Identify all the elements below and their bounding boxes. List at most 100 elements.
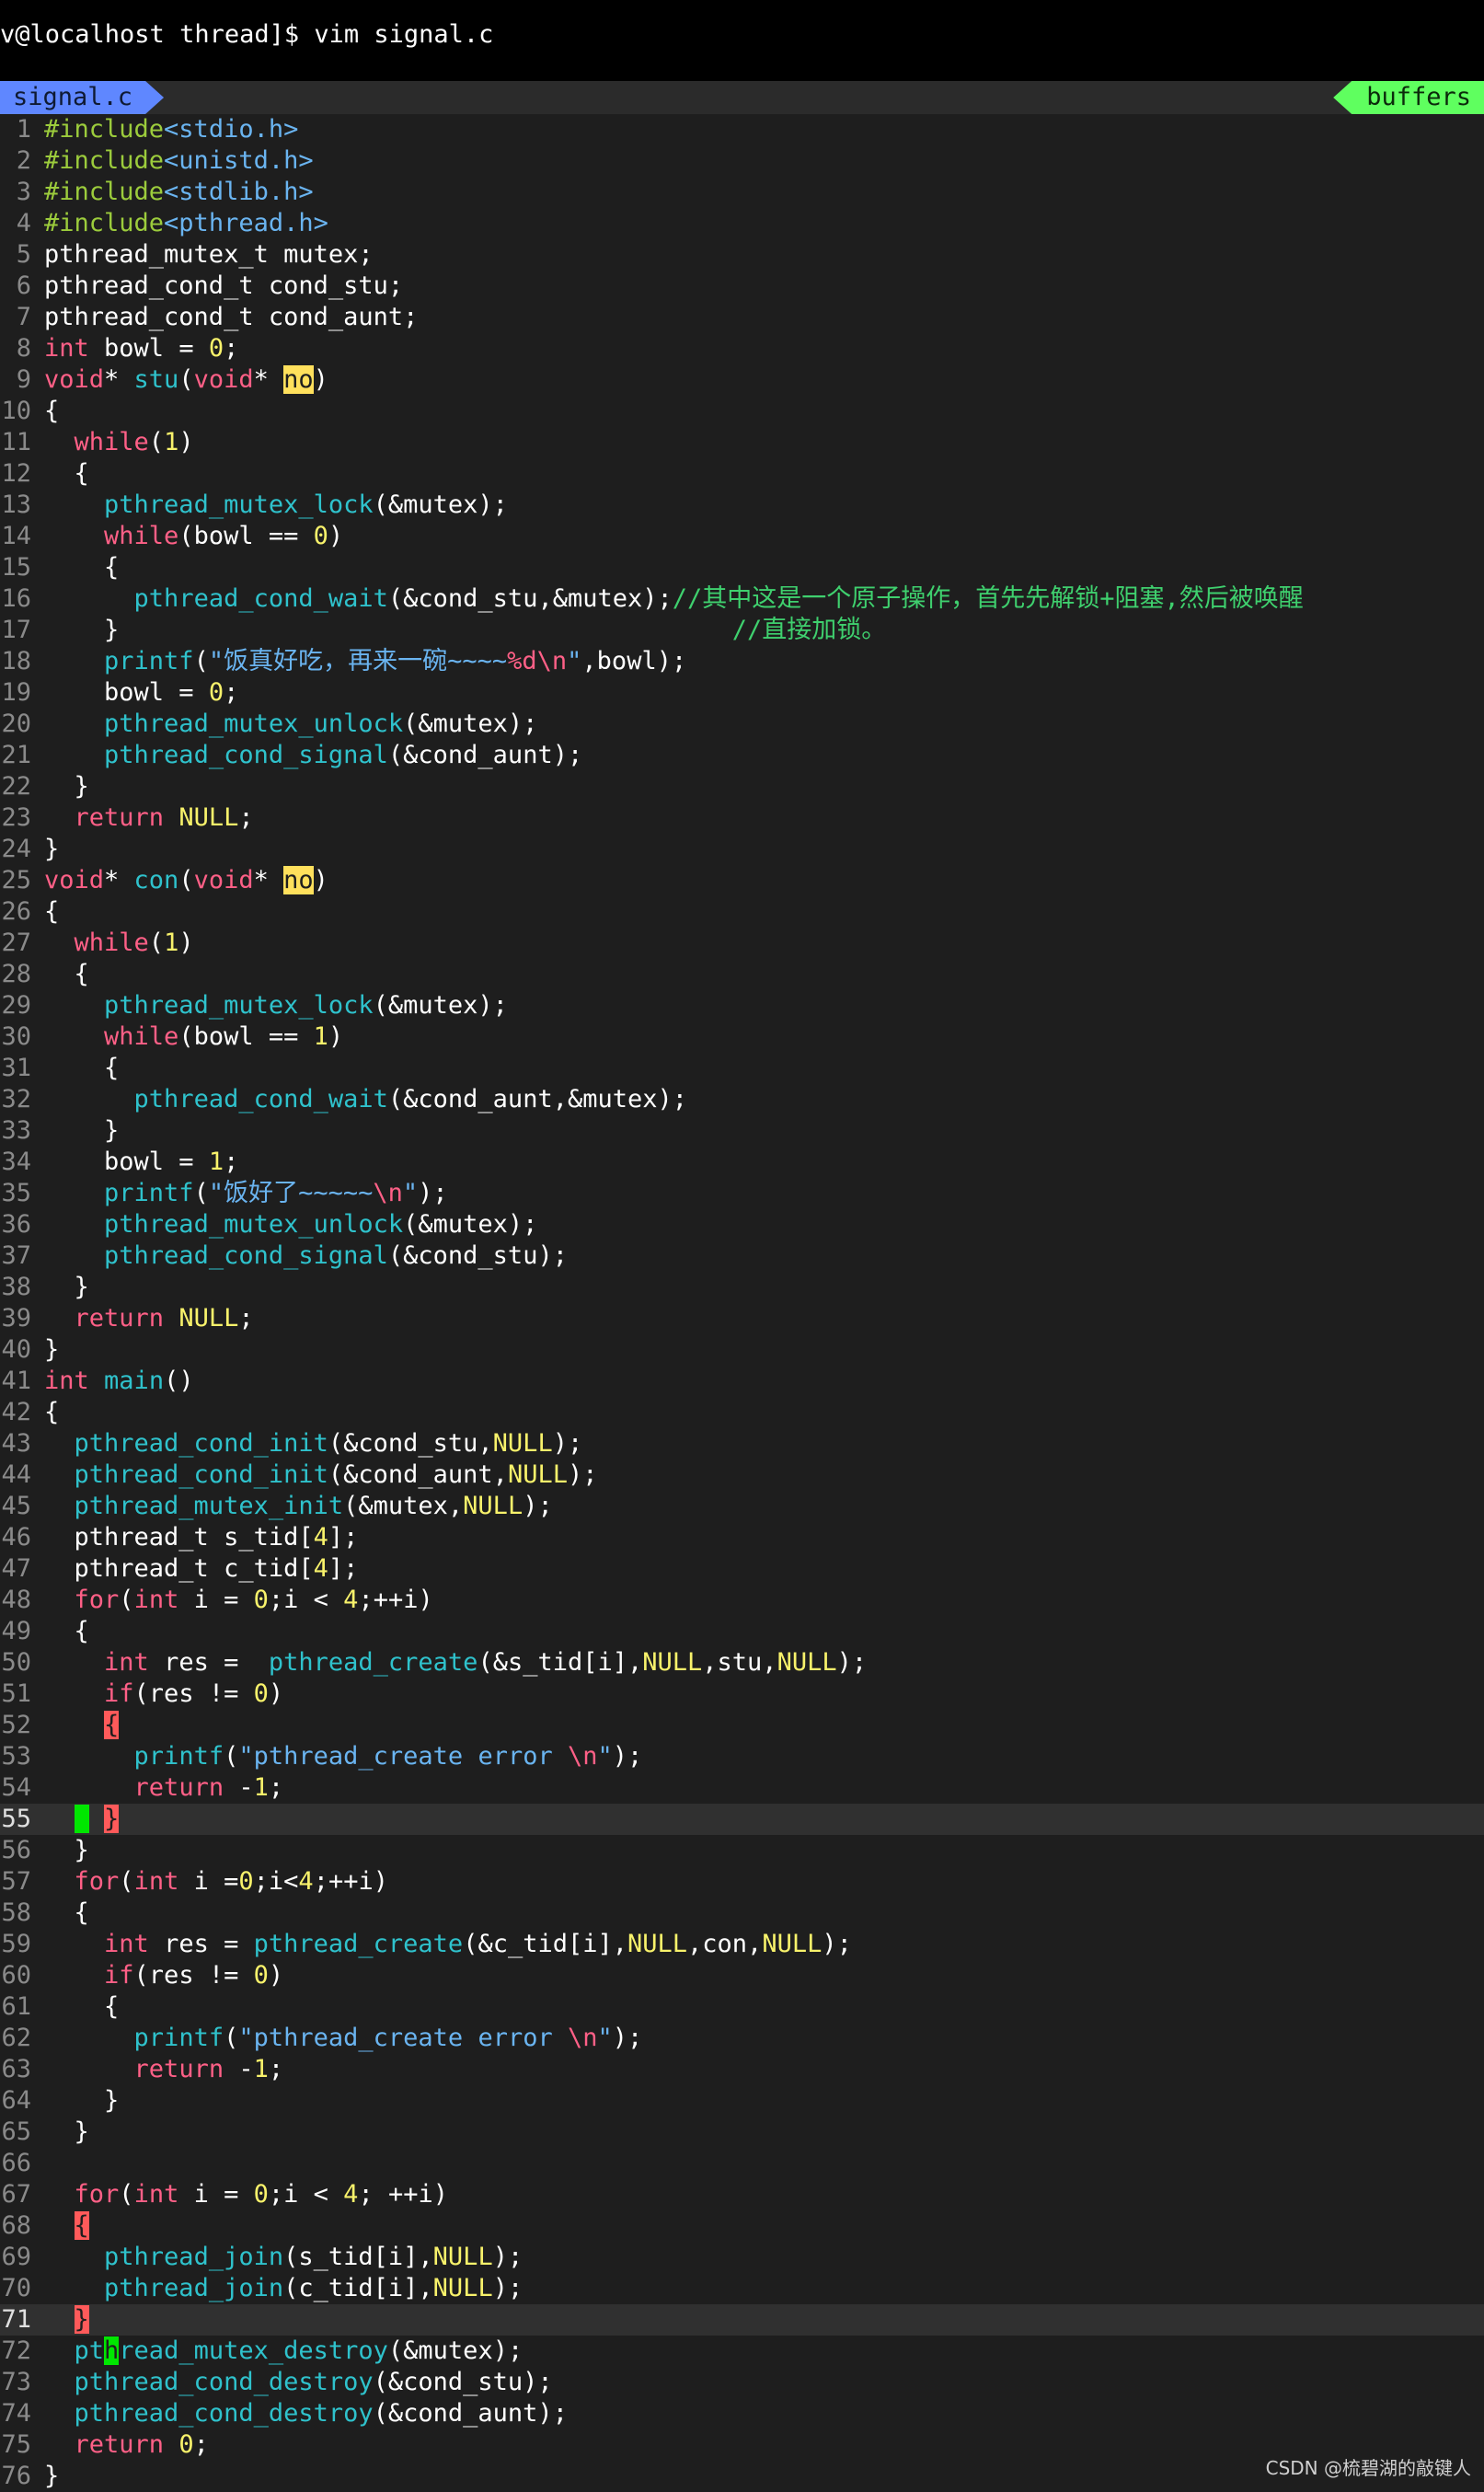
code-token: while <box>104 522 179 550</box>
code-line[interactable]: 64 } <box>0 2085 1484 2117</box>
code-line[interactable]: 4 #include<pthread.h> <box>0 208 1484 239</box>
line-number: 17 <box>1 616 31 644</box>
code-token: pt <box>74 2336 105 2365</box>
code-line[interactable]: 45 pthread_mutex_init(&mutex,NULL); <box>0 1491 1484 1522</box>
code-line[interactable]: 71 } <box>0 2304 1484 2336</box>
code-line[interactable]: 28 { <box>0 959 1484 990</box>
code-token: //其中这是一个原子操作，首先先解锁+阻塞,然后被唤醒 <box>672 584 1304 613</box>
code-line[interactable]: 22 } <box>0 771 1484 802</box>
code-line[interactable]: 61 { <box>0 1991 1484 2023</box>
code-line[interactable]: 44 pthread_cond_init(&cond_aunt,NULL); <box>0 1459 1484 1491</box>
code-text: } <box>44 835 59 863</box>
code-line[interactable]: 63 return -1; <box>0 2054 1484 2085</box>
line-number: 31 <box>1 1054 31 1082</box>
code-token: ); <box>552 1429 583 1458</box>
code-line[interactable]: 29 pthread_mutex_lock(&mutex); <box>0 990 1484 1021</box>
code-line[interactable]: 27 while(1) <box>0 928 1484 959</box>
code-line[interactable]: 66 <box>0 2148 1484 2179</box>
code-line[interactable]: 62 printf("pthread_create error \n"); <box>0 2023 1484 2054</box>
code-line[interactable]: 25 void* con(void* no) <box>0 865 1484 896</box>
code-line[interactable]: 59 int res = pthread_create(&c_tid[i],NU… <box>0 1929 1484 1960</box>
code-line[interactable]: 19 bowl = 0; <box>0 677 1484 709</box>
code-line[interactable]: 13 pthread_mutex_lock(&mutex); <box>0 490 1484 521</box>
code-line[interactable]: 16 pthread_cond_wait(&cond_stu,&mutex);/… <box>0 583 1484 615</box>
code-line[interactable]: 14 while(bowl == 0) <box>0 521 1484 552</box>
code-line[interactable]: 55 } <box>0 1804 1484 1835</box>
code-line[interactable]: 70 pthread_join(c_tid[i],NULL); <box>0 2273 1484 2304</box>
code-line[interactable]: 72 pthread_mutex_destroy(&mutex); <box>0 2336 1484 2367</box>
code-line[interactable]: 8 int bowl = 0; <box>0 333 1484 364</box>
code-token: ; <box>238 1304 254 1333</box>
code-text: } <box>44 772 89 801</box>
code-line[interactable]: 75 return 0; <box>0 2429 1484 2461</box>
code-token: ,stu, <box>702 1648 777 1677</box>
code-line[interactable]: 2 #include<unistd.h> <box>0 145 1484 177</box>
code-line[interactable]: 21 pthread_cond_signal(&cond_aunt); <box>0 740 1484 771</box>
code-text: { <box>44 1711 120 1739</box>
code-token: (&mutex); <box>403 710 538 738</box>
code-line[interactable]: 54 return -1; <box>0 1772 1484 1804</box>
code-line[interactable]: 74 pthread_cond_destroy(&cond_aunt); <box>0 2398 1484 2429</box>
code-line[interactable]: 18 printf("饭真好吃，再来一碗~~~~%d\n",bowl); <box>0 646 1484 677</box>
code-line[interactable]: 48 for(int i = 0;i < 4;++i) <box>0 1585 1484 1616</box>
code-line[interactable]: 12 { <box>0 458 1484 490</box>
code-line[interactable]: 56 } <box>0 1835 1484 1866</box>
buffer-tab-signal-c[interactable]: signal.c <box>0 81 164 114</box>
code-editor[interactable]: 1 #include<stdio.h> 2 #include<unistd.h> 3 #i… <box>0 114 1484 2492</box>
code-line[interactable]: 69 pthread_join(s_tid[i],NULL); <box>0 2242 1484 2273</box>
code-text: pthread_join(s_tid[i],NULL); <box>44 2243 523 2271</box>
code-line[interactable]: 30 while(bowl == 1) <box>0 1021 1484 1053</box>
code-line[interactable]: 50 int res = pthread_create(&s_tid[i],NU… <box>0 1647 1484 1679</box>
code-line[interactable]: 60 if(res != 0) <box>0 1960 1484 1991</box>
code-line[interactable]: 73 pthread_cond_destroy(&cond_stu); <box>0 2367 1484 2398</box>
code-line[interactable]: 67 for(int i = 0;i < 4; ++i) <box>0 2179 1484 2210</box>
code-line[interactable]: 33 } <box>0 1115 1484 1147</box>
code-token: { <box>44 1617 89 1645</box>
code-line[interactable]: 40} <box>0 1334 1484 1366</box>
code-line[interactable]: 7 pthread_cond_t cond_aunt; <box>0 302 1484 333</box>
watermark: CSDN @梳碧湖的敲键人 <box>1265 2457 1471 2479</box>
code-token: pthread_join <box>104 2274 284 2302</box>
code-line[interactable]: 31 { <box>0 1053 1484 1084</box>
code-line[interactable]: 32 pthread_cond_wait(&cond_aunt,&mutex); <box>0 1084 1484 1115</box>
code-line[interactable]: 58 { <box>0 1898 1484 1929</box>
line-number: 32 <box>1 1085 31 1113</box>
code-line[interactable]: 47 pthread_t c_tid[4]; <box>0 1553 1484 1585</box>
code-line[interactable]: 38 } <box>0 1272 1484 1303</box>
code-line[interactable]: 9 void* stu(void* no) <box>0 364 1484 396</box>
code-line[interactable]: 65 } <box>0 2117 1484 2148</box>
code-line[interactable]: 5 pthread_mutex_t mutex; <box>0 239 1484 271</box>
code-line[interactable]: 3 #include<stdlib.h> <box>0 177 1484 208</box>
code-line[interactable]: 49 { <box>0 1616 1484 1647</box>
code-line[interactable]: 39 return NULL; <box>0 1303 1484 1334</box>
code-line[interactable]: 1 #include<stdio.h> <box>0 114 1484 145</box>
code-line[interactable]: 34 bowl = 1; <box>0 1147 1484 1178</box>
code-token: ) <box>268 1679 284 1708</box>
code-line[interactable]: 15 { <box>0 552 1484 583</box>
code-line[interactable]: 10 { <box>0 396 1484 427</box>
code-line[interactable]: 24} <box>0 834 1484 865</box>
code-line[interactable]: 37 pthread_cond_signal(&cond_stu); <box>0 1240 1484 1272</box>
code-line[interactable]: 23 return NULL; <box>0 802 1484 834</box>
code-line[interactable]: 43 pthread_cond_init(&cond_stu,NULL); <box>0 1428 1484 1459</box>
code-line[interactable]: 52 { <box>0 1710 1484 1741</box>
code-line[interactable]: 41 int main() <box>0 1366 1484 1397</box>
code-line[interactable]: 35 printf("饭好了~~~~~\n"); <box>0 1178 1484 1209</box>
code-line[interactable]: 36 pthread_mutex_unlock(&mutex); <box>0 1209 1484 1240</box>
code-line[interactable]: 6 pthread_cond_t cond_stu; <box>0 271 1484 302</box>
code-line[interactable]: 26 { <box>0 896 1484 928</box>
code-line[interactable]: 20 pthread_mutex_unlock(&mutex); <box>0 709 1484 740</box>
line-number: 61 <box>1 1992 31 2021</box>
code-text: } <box>44 2305 89 2334</box>
code-line[interactable]: 11 while(1) <box>0 427 1484 458</box>
line-number: 38 <box>1 1273 31 1301</box>
code-line[interactable]: 57 for(int i =0;i<4;++i) <box>0 1866 1484 1898</box>
code-line[interactable]: 42 { <box>0 1397 1484 1428</box>
code-line[interactable]: 68 { <box>0 2210 1484 2242</box>
code-line[interactable]: 53 printf("pthread_create error \n"); <box>0 1741 1484 1772</box>
code-line[interactable]: 46 pthread_t s_tid[4]; <box>0 1522 1484 1553</box>
code-line[interactable]: 17 } //直接加锁。 <box>0 615 1484 646</box>
code-line[interactable]: 51 if(res != 0) <box>0 1679 1484 1710</box>
